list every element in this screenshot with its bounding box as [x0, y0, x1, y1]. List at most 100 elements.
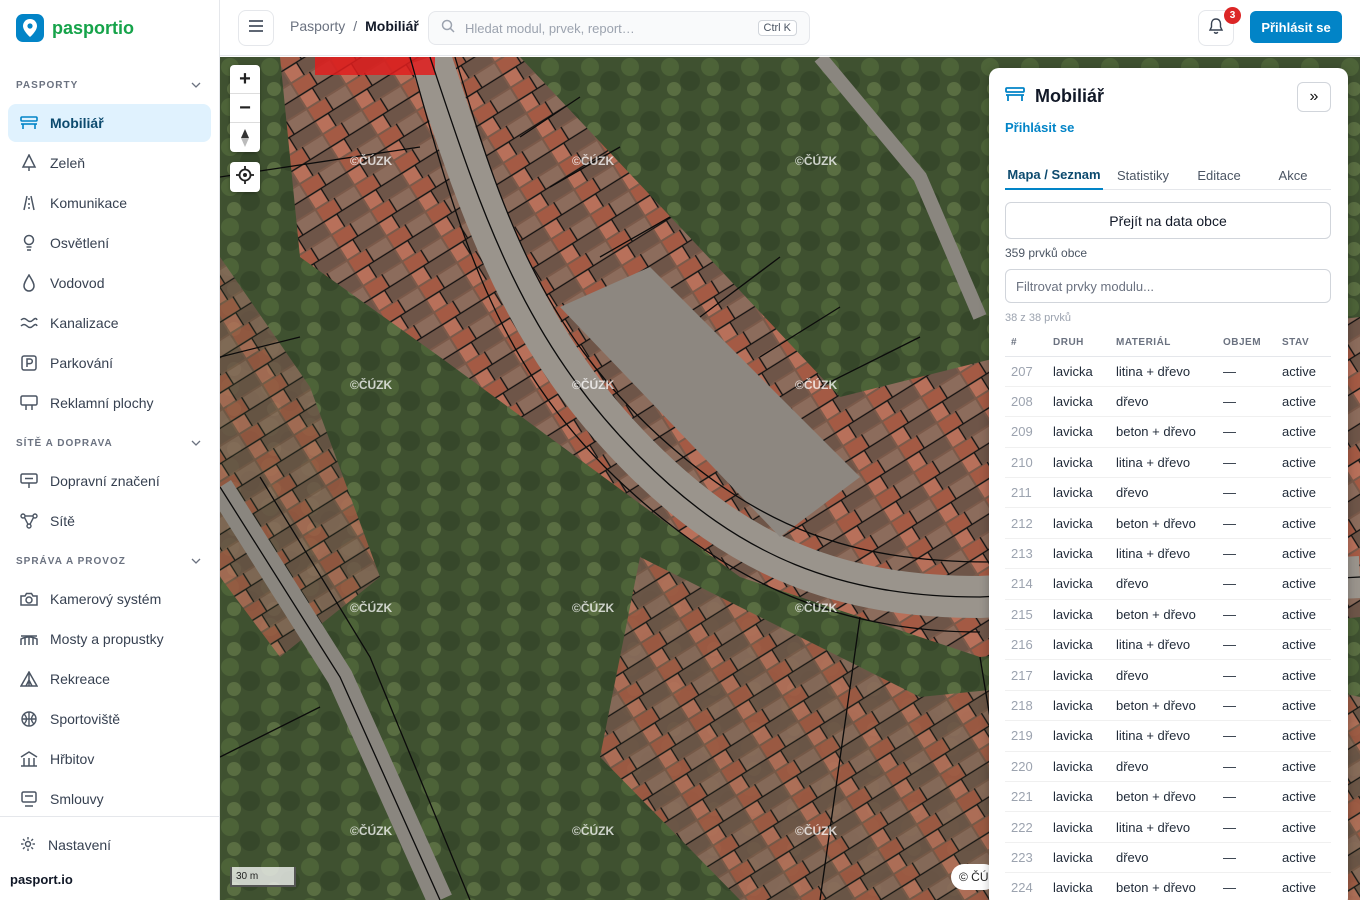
- table-cell: litina + dřevo: [1110, 447, 1217, 479]
- sidebar-item[interactable]: Sportoviště: [8, 700, 211, 738]
- panel-login-link[interactable]: Přihlásit se: [1005, 120, 1074, 135]
- filter-input[interactable]: [1005, 269, 1331, 303]
- svg-text:©ČÚZK: ©ČÚZK: [795, 377, 838, 392]
- table-row[interactable]: 209 lavicka beton + dřevo — active: [1005, 416, 1331, 448]
- breadcrumb-current: Mobiliář: [365, 18, 419, 34]
- sidebar-item-label: Rekreace: [50, 671, 110, 687]
- table-cell: beton + dřevo: [1110, 416, 1217, 448]
- sidebar-item[interactable]: Parkování: [8, 344, 211, 382]
- sidebar-section-header[interactable]: SÍTĚ A DOPRAVA: [0, 424, 219, 462]
- search-box[interactable]: Ctrl K: [428, 11, 810, 45]
- table-cell: 224: [1005, 872, 1047, 900]
- sidebar-item-label: Parkování: [50, 355, 114, 371]
- sidebar-item[interactable]: Kamerový systém: [8, 580, 211, 618]
- column-header[interactable]: MATERIÁL: [1110, 330, 1217, 357]
- panel-tab[interactable]: Mapa / Seznam: [1005, 160, 1103, 190]
- table-cell: litina + dřevo: [1110, 811, 1217, 843]
- sidebar-item-label: Dopravní značení: [50, 473, 160, 489]
- lamp-icon: [20, 234, 38, 252]
- sidebar-item[interactable]: Rekreace: [8, 660, 211, 698]
- table-row[interactable]: 217 lavicka dřevo — active: [1005, 659, 1331, 691]
- locate-button[interactable]: [230, 162, 260, 192]
- document-icon: [20, 790, 38, 808]
- sidebar-item[interactable]: Mosty a propustky: [8, 620, 211, 658]
- table-cell: lavicka: [1047, 720, 1110, 752]
- table-row[interactable]: 215 lavicka beton + dřevo — active: [1005, 599, 1331, 631]
- sidebar-item-label: Sítě: [50, 513, 75, 529]
- compass-icon: [241, 128, 249, 147]
- breadcrumb-pasporty[interactable]: Pasporty: [290, 18, 345, 34]
- zoom-in-button[interactable]: +: [230, 65, 260, 94]
- table-row[interactable]: 223 lavicka dřevo — active: [1005, 842, 1331, 874]
- table-row[interactable]: 216 lavicka litina + dřevo — active: [1005, 629, 1331, 661]
- sidebar-item[interactable]: Sítě: [8, 502, 211, 540]
- footer-brand[interactable]: pasport.io: [10, 872, 73, 887]
- table-row[interactable]: 208 lavicka dřevo — active: [1005, 386, 1331, 418]
- menu-button[interactable]: [238, 10, 274, 46]
- table-row[interactable]: 210 lavicka litina + dřevo — active: [1005, 447, 1331, 479]
- table-cell: lavicka: [1047, 447, 1110, 479]
- table-cell: beton + dřevo: [1110, 781, 1217, 813]
- table-cell: lavicka: [1047, 477, 1110, 509]
- sidebar-section-header[interactable]: PASPORTY: [0, 66, 219, 104]
- table-row[interactable]: 214 lavicka dřevo — active: [1005, 568, 1331, 600]
- table-cell: lavicka: [1047, 416, 1110, 448]
- sidebar-item[interactable]: Zeleň: [8, 144, 211, 182]
- svg-text:©ČÚZK: ©ČÚZK: [350, 823, 393, 838]
- sidebar-item[interactable]: Smlouvy: [8, 780, 211, 818]
- table-row[interactable]: 207 lavicka litina + dřevo — active: [1005, 356, 1331, 387]
- svg-text:©ČÚZK: ©ČÚZK: [572, 153, 615, 168]
- column-header[interactable]: STAV: [1276, 330, 1331, 357]
- sidebar-item[interactable]: Dopravní značení: [8, 462, 211, 500]
- table-cell: —: [1217, 629, 1276, 661]
- sidebar-section-header[interactable]: SPRÁVA A PROVOZ: [0, 542, 219, 580]
- table-row[interactable]: 219 lavicka litina + dřevo — active: [1005, 720, 1331, 752]
- compass-button[interactable]: [230, 123, 260, 152]
- sidebar-bottom: Nastavení: [0, 816, 219, 873]
- table-row[interactable]: 218 lavicka beton + dřevo — active: [1005, 690, 1331, 722]
- table-row[interactable]: 221 lavicka beton + dřevo — active: [1005, 781, 1331, 813]
- panel-tab[interactable]: Statistiky: [1103, 160, 1183, 190]
- table-header-row: # DRUH MATERIÁL OBJEM STAV: [1005, 330, 1331, 357]
- column-header[interactable]: DRUH: [1047, 330, 1110, 357]
- table-row[interactable]: 224 lavicka beton + dřevo — active: [1005, 872, 1331, 900]
- search-input[interactable]: [465, 20, 745, 36]
- table-cell: active: [1276, 842, 1331, 874]
- table-cell: dřevo: [1110, 386, 1217, 418]
- table-row[interactable]: 222 lavicka litina + dřevo — active: [1005, 811, 1331, 843]
- panel-tab[interactable]: Editace: [1183, 160, 1255, 190]
- table-cell: —: [1217, 659, 1276, 691]
- crosshair-icon: [236, 165, 254, 189]
- login-button[interactable]: Přihlásit se: [1250, 11, 1342, 43]
- sidebar-item-label: Mosty a propustky: [50, 631, 164, 647]
- zoom-out-button[interactable]: −: [230, 94, 260, 123]
- sidebar-item[interactable]: Osvětlení: [8, 224, 211, 262]
- column-header[interactable]: OBJEM: [1217, 330, 1276, 357]
- notifications-button[interactable]: 3: [1198, 7, 1241, 46]
- collapse-panel-button[interactable]: »: [1297, 82, 1331, 112]
- table-row[interactable]: 220 lavicka dřevo — active: [1005, 751, 1331, 782]
- svg-text:©ČÚZK: ©ČÚZK: [350, 153, 393, 168]
- bell-icon: [1208, 17, 1224, 40]
- table-cell: 223: [1005, 842, 1047, 874]
- table-row[interactable]: 211 lavicka dřevo — active: [1005, 477, 1331, 509]
- settings-item[interactable]: Nastavení: [0, 817, 219, 873]
- go-to-municipality-data-button[interactable]: Přejít na data obce: [1005, 202, 1331, 239]
- sidebar-item[interactable]: Reklamní plochy: [8, 384, 211, 422]
- table-cell: dřevo: [1110, 568, 1217, 600]
- sidebar-item[interactable]: Mobiliář: [8, 104, 211, 142]
- table-row[interactable]: 212 lavicka beton + dřevo — active: [1005, 507, 1331, 539]
- search-shortcut: Ctrl K: [757, 20, 797, 36]
- sidebar-item[interactable]: Kanalizace: [8, 304, 211, 342]
- table-cell: 209: [1005, 416, 1047, 448]
- sidebar-item[interactable]: Hřbitov: [8, 740, 211, 778]
- droplet-icon: [20, 274, 38, 292]
- panel-tab[interactable]: Akce: [1255, 160, 1331, 190]
- table-cell: active: [1276, 690, 1331, 722]
- table-row[interactable]: 213 lavicka litina + dřevo — active: [1005, 538, 1331, 570]
- sidebar-item[interactable]: Komunikace: [8, 184, 211, 222]
- table-cell: 211: [1005, 477, 1047, 509]
- logo[interactable]: pasportio: [16, 14, 134, 42]
- column-header[interactable]: #: [1005, 330, 1047, 357]
- sidebar-item[interactable]: Vodovod: [8, 264, 211, 302]
